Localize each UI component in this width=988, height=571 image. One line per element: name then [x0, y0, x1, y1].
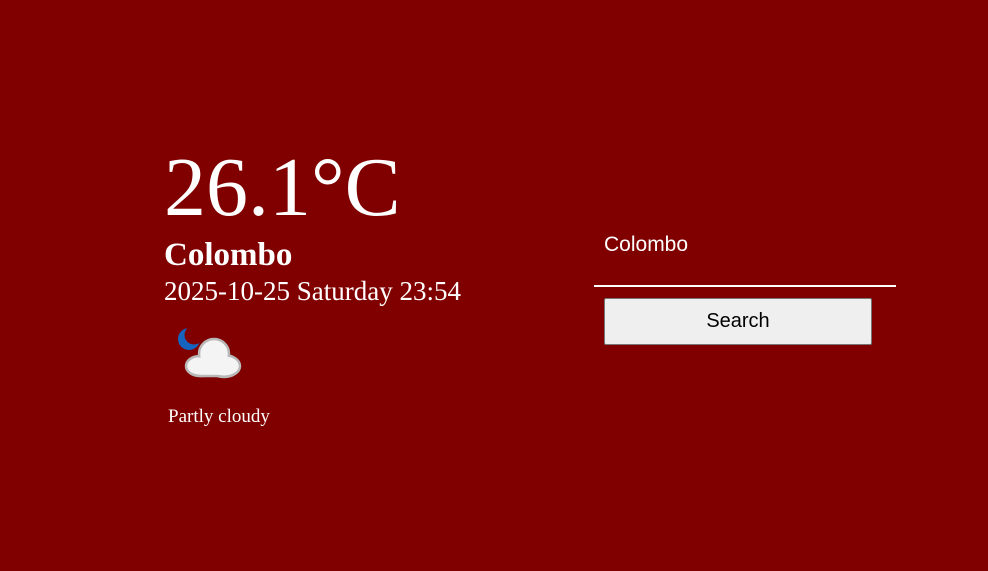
date-time: 2025-10-25 Saturday 23:54 [164, 276, 461, 306]
search-button[interactable]: Search [604, 298, 872, 345]
condition-text: Partly cloudy [168, 406, 270, 427]
city-name: Colombo [164, 237, 293, 273]
partly-cloudy-night-icon [176, 324, 246, 384]
search-input[interactable] [594, 224, 896, 287]
temperature: 26.1°C [164, 141, 401, 234]
weather-panel: 26.1°C Colombo 2025-10-25 Saturday 23:54… [164, 140, 461, 427]
search-panel: Search [594, 224, 896, 345]
